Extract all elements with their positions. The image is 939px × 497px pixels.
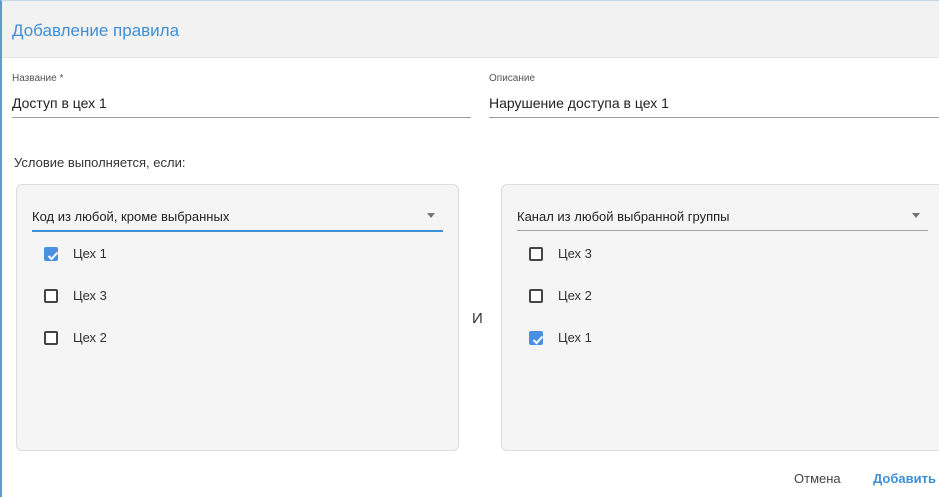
cancel-button[interactable]: Отмена <box>794 471 841 486</box>
left-checkbox-item-1[interactable]: Цех 1 <box>44 245 194 265</box>
checkbox-label: Цех 1 <box>73 246 107 261</box>
name-input[interactable] <box>12 93 467 113</box>
description-field-label: Описание <box>489 73 536 84</box>
chevron-down-icon <box>912 213 920 218</box>
right-checkbox-item-2[interactable]: Цех 2 <box>529 287 679 307</box>
checkbox-label: Цех 2 <box>558 288 592 303</box>
checkbox-label: Цех 3 <box>73 288 107 303</box>
code-select[interactable]: Код из любой, кроме выбранных <box>17 185 460 233</box>
left-condition-panel: Код из любой, кроме выбранных Цех 1 Цех … <box>16 184 459 451</box>
right-checkbox-item-1[interactable]: Цех 3 <box>529 245 679 265</box>
left-checkbox-item-2[interactable]: Цех 3 <box>44 287 194 307</box>
checkbox-unchecked-icon[interactable] <box>44 289 58 303</box>
checkbox-checked-icon[interactable] <box>529 331 544 345</box>
name-field-label: Название * <box>12 73 64 84</box>
add-rule-dialog: Добавление правила Название * Описание У… <box>0 0 939 497</box>
checkbox-checked-icon[interactable] <box>44 247 59 261</box>
channel-select[interactable]: Канал из любой выбранной группы <box>502 185 939 233</box>
channel-select-underline <box>517 230 928 231</box>
checkbox-label: Цех 2 <box>73 330 107 345</box>
and-connector-label: И <box>472 310 483 327</box>
checkbox-unchecked-icon[interactable] <box>529 247 543 261</box>
description-input-underline <box>489 117 939 118</box>
name-input-underline <box>12 117 471 118</box>
condition-label: Условие выполняется, если: <box>14 155 186 170</box>
left-checkbox-item-3[interactable]: Цех 2 <box>44 329 194 349</box>
right-checkbox-item-3[interactable]: Цех 1 <box>529 329 679 349</box>
dialog-title: Добавление правила <box>12 21 180 40</box>
code-select-underline <box>32 230 443 232</box>
chevron-down-icon <box>427 213 435 218</box>
checkbox-unchecked-icon[interactable] <box>44 331 58 345</box>
dialog-header: Добавление правила <box>2 1 939 58</box>
channel-select-value: Канал из любой выбранной группы <box>517 209 730 224</box>
checkbox-label: Цех 1 <box>558 330 592 345</box>
right-condition-panel: Канал из любой выбранной группы Цех 3 Це… <box>501 184 939 451</box>
description-input[interactable] <box>489 93 929 113</box>
checkbox-label: Цех 3 <box>558 246 592 261</box>
add-button[interactable]: Добавить <box>873 471 936 486</box>
checkbox-unchecked-icon[interactable] <box>529 289 543 303</box>
code-select-value: Код из любой, кроме выбранных <box>32 209 230 224</box>
